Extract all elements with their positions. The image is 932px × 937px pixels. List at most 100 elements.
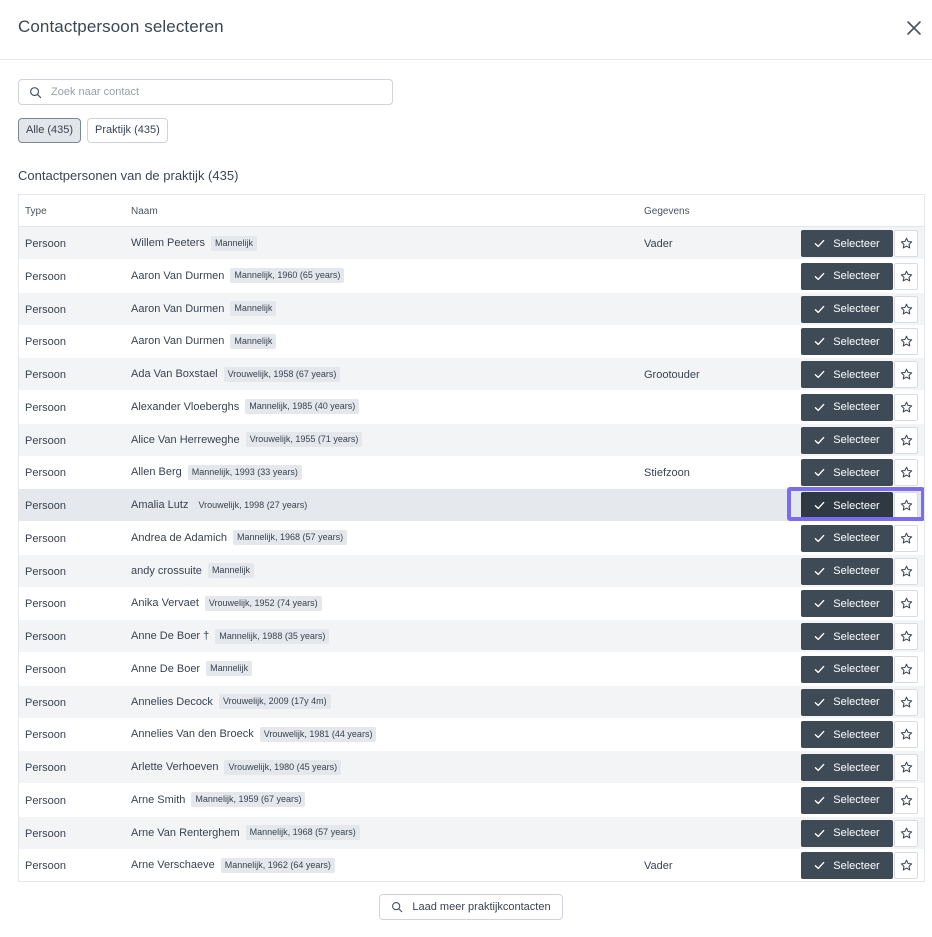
select-button-label: Selecteer: [833, 859, 880, 872]
row-type: Persoon: [25, 434, 66, 447]
favorite-button[interactable]: [894, 426, 918, 454]
table-row[interactable]: Persoon Allen Berg Mannelijk, 1993 (33 yea…: [19, 456, 924, 488]
star-icon: [900, 827, 912, 838]
select-button[interactable]: Selecteer: [801, 557, 893, 585]
favorite-button[interactable]: [894, 295, 918, 323]
check-icon: [814, 436, 825, 444]
select-button-label: Selecteer: [833, 335, 880, 348]
table-row[interactable]: Persoon Arne Verschaeve Mannelijk, 1962 (6…: [19, 849, 924, 881]
row-badge: Mannelijk, 1993 (33 years): [187, 464, 302, 480]
table-row[interactable]: Persoon Aaron Van Durmen Mannelijk, 1960 (…: [19, 260, 924, 292]
favorite-button[interactable]: [894, 393, 918, 421]
favorite-button[interactable]: [894, 557, 918, 585]
table-row[interactable]: Persoon Andrea de Adamich Mannelijk, 1968 …: [19, 522, 924, 554]
select-button[interactable]: Selecteer: [801, 754, 893, 781]
row-type: Persoon: [25, 500, 66, 512]
favorite-button[interactable]: [894, 655, 918, 683]
row-type: Persoon: [25, 303, 66, 316]
contacts-table: Type Naam Gegevens Persoon Willem Peeters…: [18, 194, 925, 882]
favorite-button[interactable]: [894, 361, 918, 388]
close-icon[interactable]: [904, 18, 924, 38]
filter-all-button[interactable]: Alle (435): [18, 118, 82, 143]
favorite-button[interactable]: [894, 688, 918, 716]
select-button[interactable]: Selecteer: [801, 361, 893, 388]
table-row[interactable]: Persoon Annelies Van den Broeck Vrouwelijk…: [19, 718, 924, 750]
star-icon: [900, 270, 912, 282]
favorite-button[interactable]: [894, 754, 918, 781]
row-badge: Mannelijk: [230, 301, 277, 316]
select-button[interactable]: Selecteer: [801, 426, 893, 454]
row-name: Arne Verschaeve: [131, 859, 215, 872]
select-button[interactable]: Selecteer: [801, 262, 893, 290]
table-row[interactable]: Persoon Annelies Decock Vrouwelijk, 2009 (…: [19, 685, 924, 718]
load-more-button[interactable]: Laad meer praktijkcontacten: [379, 894, 563, 920]
favorite-button[interactable]: [894, 230, 918, 257]
favorite-button[interactable]: [894, 328, 918, 356]
table-row[interactable]: Persoon Willem Peeters Mannelijk Vader Selec…: [19, 227, 924, 259]
select-button[interactable]: Selecteer: [801, 590, 893, 618]
row-type: Persoon: [25, 663, 66, 676]
check-icon: [814, 272, 825, 280]
row-name-cell: Aaron Van Durmen Mannelijk, 1960 (65 year…: [131, 267, 345, 285]
star-icon: [900, 597, 912, 609]
favorite-button[interactable]: [894, 590, 918, 618]
row-name: Allen Berg: [131, 466, 182, 479]
select-button[interactable]: Selecteer: [801, 688, 893, 716]
row-badge: Mannelijk, 1968 (57 years): [233, 530, 348, 546]
table-row[interactable]: Persoon Alexander Vloeberghs Mannelijk, 19…: [19, 391, 924, 423]
table-row[interactable]: Persoon Anne De Boer † Mannelijk, 1988 (35…: [19, 620, 924, 652]
favorite-button[interactable]: [894, 852, 918, 880]
table-row[interactable]: Persoon Arlette Verhoeven Vrouwelijk, 1980…: [19, 751, 924, 783]
select-button[interactable]: Selecteer: [801, 524, 893, 552]
row-name-cell: Willem Peeters Mannelijk: [131, 234, 257, 252]
select-button[interactable]: Selecteer: [801, 328, 893, 356]
select-button[interactable]: Selecteer: [801, 852, 893, 880]
row-name: Aaron Van Durmen: [131, 302, 225, 315]
row-badge: Vrouwelijk, 1998 (27 years): [194, 497, 312, 513]
search-input[interactable]: [49, 80, 384, 104]
select-button[interactable]: Selecteer: [801, 623, 893, 650]
table-row[interactable]: Persoon Anne De Boer Mannelijk Selecteer: [19, 653, 924, 685]
favorite-button[interactable]: [894, 459, 918, 487]
select-button[interactable]: Selecteer: [801, 786, 893, 814]
table-row[interactable]: Persoon Alice Van Herreweghe Vrouwelijk, 1…: [19, 423, 924, 456]
row-type: Persoon: [25, 696, 66, 709]
select-button[interactable]: Selecteer: [801, 492, 893, 519]
row-name-cell: Arlette Verhoeven Vrouwelijk, 1980 (45 ye…: [131, 758, 342, 776]
star-icon: [900, 237, 912, 249]
table-row[interactable]: Persoon andy crossuite Mannelijk Selecteer: [19, 554, 924, 587]
row-badge: Vrouwelijk, 1955 (71 years): [245, 432, 363, 447]
favorite-button[interactable]: [894, 623, 918, 650]
select-button-label: Selecteer: [833, 827, 880, 839]
table-row[interactable]: Persoon Arne Van Renterghem Mannelijk, 196…: [19, 816, 924, 849]
select-button[interactable]: Selecteer: [801, 721, 893, 749]
table-row[interactable]: Persoon Amalia Lutz Vrouwelijk, 1998 (27 y…: [19, 487, 924, 521]
select-button[interactable]: Selecteer: [801, 459, 893, 487]
select-button[interactable]: Selecteer: [801, 819, 893, 847]
row-badge: Mannelijk, 1962 (64 years): [220, 857, 335, 873]
check-icon: [814, 698, 825, 706]
row-type: Persoon: [25, 401, 66, 414]
table-row[interactable]: Persoon Ada Van Boxstael Vrouwelijk, 1958 …: [19, 358, 924, 390]
select-button[interactable]: Selecteer: [801, 393, 893, 421]
star-icon: [900, 434, 912, 445]
favorite-button[interactable]: [894, 721, 918, 749]
favorite-button[interactable]: [894, 524, 918, 552]
favorite-button[interactable]: [894, 786, 918, 814]
check-icon: [814, 665, 825, 673]
select-button-label: Selecteer: [833, 597, 880, 610]
filter-practice-button[interactable]: Praktijk (435): [87, 118, 168, 143]
favorite-button[interactable]: [894, 262, 918, 290]
table-row[interactable]: Persoon Aaron Van Durmen Mannelijk Selectee…: [19, 325, 924, 357]
select-button[interactable]: Selecteer: [801, 655, 893, 683]
favorite-button[interactable]: [894, 492, 918, 519]
select-button[interactable]: Selecteer: [801, 230, 893, 257]
table-row[interactable]: Persoon Anika Vervaet Vrouwelijk, 1952 (74…: [19, 587, 924, 619]
favorite-button[interactable]: [894, 819, 918, 847]
select-button[interactable]: Selecteer: [801, 295, 893, 323]
search-field[interactable]: [18, 79, 393, 105]
row-name: Amalia Lutz: [131, 499, 189, 511]
table-row[interactable]: Persoon Arne Smith Mannelijk, 1959 (67 yea…: [19, 784, 924, 816]
star-icon: [900, 335, 912, 347]
table-row[interactable]: Persoon Aaron Van Durmen Mannelijk Selectee…: [19, 292, 924, 325]
